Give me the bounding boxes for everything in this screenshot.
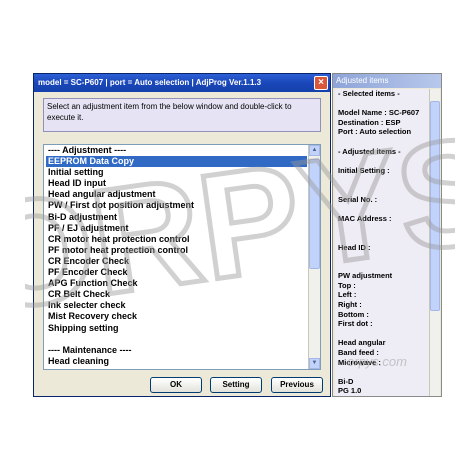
adjustment-program-window: model = SC-P607 | port = Auto selection …: [33, 73, 331, 397]
list-item[interactable]: Head angular adjustment: [46, 189, 307, 200]
panel-scroll-thumb[interactable]: [430, 101, 440, 311]
ok-button[interactable]: OK: [150, 377, 202, 393]
adjusted-items-content: - Selected items - Model Name : SC-P607 De…: [335, 89, 430, 396]
close-button[interactable]: ×: [314, 76, 328, 90]
adjusted-item-line: [335, 175, 430, 185]
adjusted-item-line: Head angular: [338, 338, 386, 348]
list-content: ---- Adjustment ---- EEPROM Data Copy Init…: [46, 145, 307, 367]
instruction-text: Select an adjustment item from the below…: [43, 98, 321, 132]
list-item[interactable]: PW / First dot position adjustment: [46, 200, 307, 211]
adjusted-item-line: [335, 137, 430, 147]
adjusted-item-line: PG 1.0: [338, 386, 362, 396]
panel-title: Adjusted items: [333, 74, 441, 88]
close-icon: ×: [318, 77, 324, 88]
list-item[interactable]: PF motor heat protection control: [46, 245, 307, 256]
adjusted-item-line: Serial No. :: [338, 194, 378, 204]
list-item[interactable]: PF Encoder Check: [46, 267, 307, 278]
list-item[interactable]: APG Function Check: [46, 278, 307, 289]
window-title: model = SC-P607 | port = Auto selection …: [34, 74, 330, 92]
list-item[interactable]: Mist Recovery check: [46, 311, 307, 322]
list-item[interactable]: CR Belt Check: [46, 289, 307, 300]
list-item: [46, 334, 307, 345]
adjusted-item-line: [335, 99, 430, 109]
list-item[interactable]: EEPROM Data Copy: [46, 156, 307, 168]
adjusted-item-line: [335, 204, 430, 214]
adjusted-item-line: [335, 156, 430, 166]
list-item[interactable]: Head ID input: [46, 178, 307, 189]
list-item[interactable]: Ink selecter check: [46, 300, 307, 311]
adjusted-item-line: [335, 185, 430, 195]
adjusted-item-line: Left :: [338, 290, 357, 300]
list-section-header: ---- Maintenance ----: [48, 344, 132, 355]
adjusted-item-line: [335, 367, 430, 377]
adjusted-item-line: MAC Address :: [338, 213, 392, 223]
adjusted-item-line: [335, 252, 430, 262]
adjusted-item-line: - Selected items -: [338, 89, 400, 98]
adjusted-item-line: Top :: [338, 280, 356, 290]
adjusted-item-line: Microwave :: [338, 357, 381, 367]
adjusted-item-line: Initial Setting :: [338, 165, 390, 175]
list-item[interactable]: CR motor heat protection control: [46, 234, 307, 245]
list-scrollbar[interactable]: ▲ ▼: [308, 145, 320, 369]
scroll-up-icon[interactable]: ▲: [309, 145, 320, 156]
list-item[interactable]: Bi-D adjustment: [46, 212, 307, 223]
adjusted-item-line: - Adjusted items -: [338, 146, 401, 156]
scroll-thumb[interactable]: [309, 159, 320, 269]
scroll-down-icon[interactable]: ▼: [309, 358, 320, 369]
adjustment-item-list[interactable]: ---- Adjustment ---- EEPROM Data Copy Init…: [43, 144, 321, 370]
list-section-header: ---- Adjustment ----: [48, 145, 127, 155]
adjusted-item-line: PW adjustment: [338, 271, 393, 281]
adjusted-item-line: Head ID :: [338, 242, 371, 252]
list-item[interactable]: Shipping setting: [46, 323, 307, 334]
adjusted-item-line: [335, 223, 430, 233]
list-item[interactable]: PF / EJ adjustment: [46, 223, 307, 234]
adjusted-item-line: [335, 233, 430, 243]
adjusted-item-line: Destination : ESP: [338, 117, 401, 127]
adjusted-item-line: [335, 262, 430, 272]
setting-button[interactable]: Setting: [210, 377, 262, 393]
adjusted-item-line: Right :: [338, 300, 362, 310]
adjusted-item-line: Bi-D: [338, 376, 354, 386]
adjusted-item-line: Band feed :: [338, 348, 379, 358]
list-item[interactable]: Initial setting: [46, 167, 307, 178]
adjusted-items-panel: Adjusted items - Selected items - Model N…: [332, 73, 442, 397]
adjusted-item-line: Port : Auto selection: [338, 127, 412, 137]
adjusted-item-line: First dot :: [338, 319, 373, 329]
previous-button[interactable]: Previous: [271, 377, 323, 393]
list-item[interactable]: Head cleaning: [46, 356, 307, 367]
panel-scrollbar[interactable]: [429, 89, 440, 396]
list-item[interactable]: CR Encoder Check: [46, 256, 307, 267]
adjusted-item-line: [335, 329, 430, 339]
adjusted-item-line: Model Name : SC-P607: [338, 108, 420, 118]
adjusted-item-line: Bottom :: [338, 309, 369, 319]
